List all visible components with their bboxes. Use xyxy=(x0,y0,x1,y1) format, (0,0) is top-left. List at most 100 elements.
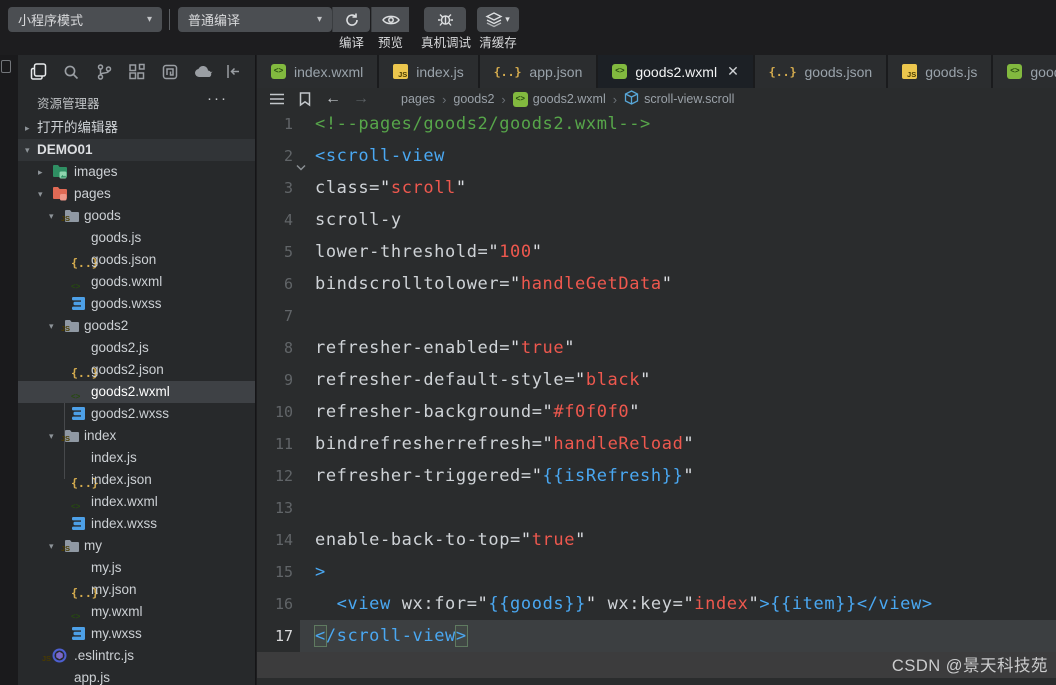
tree-item-label: index.wxml xyxy=(91,494,158,509)
images-folder-icon xyxy=(52,165,68,182)
tree-item-goods.js[interactable]: JS goods.js xyxy=(18,214,255,249)
tab-goods.wxml[interactable]: <> goods.wxml xyxy=(993,55,1056,88)
tree-item-my.wxml[interactable]: <> my.wxml xyxy=(18,601,255,623)
extensions-icon[interactable] xyxy=(124,59,150,85)
preview-button[interactable] xyxy=(372,7,409,32)
tree-item-goods[interactable]: ▾ goods xyxy=(18,205,255,227)
bug-icon xyxy=(437,11,454,28)
back-arrow-icon[interactable]: ← xyxy=(321,89,345,109)
tab-goods2.wxml[interactable]: <> goods2.wxml ✕ xyxy=(598,55,753,88)
explorer-toolbar xyxy=(18,55,255,88)
tree-item-goods2[interactable]: ▾ goods2 xyxy=(18,315,255,337)
tree-item-images[interactable]: ▸ images xyxy=(18,161,255,183)
tree-item-index.js[interactable]: JS index.js xyxy=(18,434,255,469)
tree-item-goods.json[interactable]: {..} goods.json xyxy=(18,249,255,271)
tab-label: app.json xyxy=(529,63,583,80)
breadcrumb-label: goods2.wxml xyxy=(532,92,606,106)
tree-item-index.wxml[interactable]: <> index.wxml xyxy=(18,491,255,513)
close-icon[interactable]: ✕ xyxy=(727,63,739,80)
tree-item-app.js[interactable]: JS app.js xyxy=(18,654,255,685)
wxss-file-icon xyxy=(71,627,86,644)
line-number: 15 xyxy=(274,563,293,581)
device-debug-button[interactable] xyxy=(424,7,466,32)
symbol-cube-icon xyxy=(624,90,639,108)
tree-item-my.js[interactable]: JS my.js xyxy=(18,544,255,579)
tree-item-my[interactable]: ▾ my xyxy=(18,535,255,557)
breadcrumb-item-scroll-view.scroll[interactable]: scroll-view.scroll xyxy=(624,90,734,108)
chevron-down-icon[interactable]: ▾ xyxy=(49,425,54,447)
compile-label: 编译 xyxy=(338,36,364,50)
chevron-down-icon[interactable]: ▾ xyxy=(49,315,54,337)
chevron-down-icon: ▾ xyxy=(505,14,510,24)
more-actions-icon[interactable]: ··· xyxy=(207,90,228,107)
tab-label: goods.wxml xyxy=(1030,63,1056,80)
search-icon[interactable] xyxy=(58,59,84,85)
line-number: 4 xyxy=(283,211,293,229)
breadcrumb-label: scroll-view.scroll xyxy=(644,92,735,106)
breadcrumb-bar: ← → pages › goods2 › <> goods2.wxml › scroll-vi… xyxy=(257,88,1056,110)
tree-item-label: index xyxy=(84,428,117,443)
forward-arrow-icon[interactable]: → xyxy=(349,89,373,109)
collapse-explorer-icon[interactable] xyxy=(220,59,246,85)
compile-button[interactable] xyxy=(333,7,370,32)
bookmark-icon[interactable] xyxy=(293,89,317,109)
code-line-1: 1 <!--pages/goods2/goods2.wxml--> xyxy=(257,108,1056,140)
clear-cache-button[interactable]: ▾ xyxy=(477,7,519,32)
explorer-title: 资源管理器 xyxy=(37,97,100,111)
code-area[interactable]: 1 <!--pages/goods2/goods2.wxml--> 2 <scroll… xyxy=(257,108,1056,685)
chevron-down-icon[interactable]: ▾ xyxy=(38,183,43,205)
tree-item-my.json[interactable]: {..} my.json xyxy=(18,579,255,601)
cloud-icon[interactable] xyxy=(190,59,216,85)
npm-panel-icon[interactable] xyxy=(157,59,183,85)
tree-item-goods2.json[interactable]: {..} goods2.json xyxy=(18,359,255,381)
breadcrumb-item-pages[interactable]: pages xyxy=(401,92,435,106)
tree-item-goods2.wxss[interactable]: goods2.wxss xyxy=(18,403,255,425)
js-file-icon: JS xyxy=(393,64,409,79)
tab-goods.js[interactable]: JS goods.js xyxy=(888,55,992,88)
chevron-down-icon[interactable]: ▾ xyxy=(25,139,30,161)
tree-item-打开的编辑器[interactable]: ▸ 打开的编辑器 xyxy=(18,117,255,139)
tree-item-label: my.wxml xyxy=(91,604,143,619)
tree-item-goods2.js[interactable]: JS goods2.js xyxy=(18,324,255,359)
line-number: 17 xyxy=(274,627,293,645)
chevron-down-icon[interactable]: ▾ xyxy=(49,205,54,227)
tab-app.json[interactable]: {..} app.json xyxy=(479,55,597,88)
tree-item-goods.wxml[interactable]: <> goods.wxml xyxy=(18,271,255,293)
watermark: CSDN @景天科技苑 xyxy=(891,657,1048,675)
tree-item-label: DEMO01 xyxy=(37,142,93,157)
mode-dropdown[interactable]: 小程序模式 ▾ xyxy=(8,7,162,32)
git-branch-icon[interactable] xyxy=(91,59,117,85)
chevron-right-icon[interactable]: ▸ xyxy=(38,161,43,183)
line-number: 13 xyxy=(274,499,293,517)
chevron-down-icon[interactable]: ▾ xyxy=(49,535,54,557)
json-file-icon: {..} xyxy=(493,64,522,79)
tab-index.wxml[interactable]: <> index.wxml xyxy=(257,55,378,88)
tree-item-goods.wxss[interactable]: goods.wxss xyxy=(18,293,255,315)
code-line-16: 16 <view wx:for="{{goods}}" wx:key="inde… xyxy=(257,588,1056,620)
breadcrumb-item-goods2.wxml[interactable]: <> goods2.wxml xyxy=(512,91,606,107)
breadcrumb-label: pages xyxy=(401,92,436,106)
tree-item-pages[interactable]: ▾ pages xyxy=(18,183,255,205)
tree-item-my.wxss[interactable]: my.wxss xyxy=(18,623,255,645)
tree-item-index.wxss[interactable]: index.wxss xyxy=(18,513,255,535)
code-line-12: 12 refresher-triggered="{{isRefresh}}" xyxy=(257,460,1056,492)
tree-item-label: index.json xyxy=(91,472,152,487)
tab-goods.json[interactable]: {..} goods.json xyxy=(754,55,887,88)
toolbar-divider xyxy=(169,9,170,30)
tab-index.js[interactable]: JS index.js xyxy=(379,55,478,88)
compile-mode-dropdown[interactable]: 普通编译 ▾ xyxy=(178,7,332,32)
tree-item-index.json[interactable]: {..} index.json xyxy=(18,469,255,491)
code-line-6: 6 bindscrolltolower="handleGetData" xyxy=(257,268,1056,300)
breadcrumb-separator: › xyxy=(612,91,618,107)
tree-item-goods2.wxml[interactable]: <> goods2.wxml xyxy=(18,381,255,403)
outline-list-icon[interactable] xyxy=(265,89,289,109)
breadcrumb-item-goods2[interactable]: goods2 xyxy=(453,92,494,106)
chevron-right-icon[interactable]: ▸ xyxy=(25,117,30,139)
files-icon[interactable] xyxy=(25,59,51,85)
tree-item-.eslintrc.js[interactable]: .eslintrc.js xyxy=(18,645,255,667)
tree-item-label: goods2 xyxy=(84,318,129,333)
tree-item-index[interactable]: ▾ index xyxy=(18,425,255,447)
window-fragment-icon xyxy=(1,60,11,73)
tree-item-DEMO01[interactable]: ▾ DEMO01 xyxy=(18,139,255,161)
tree-item-label: goods.js xyxy=(91,230,142,245)
